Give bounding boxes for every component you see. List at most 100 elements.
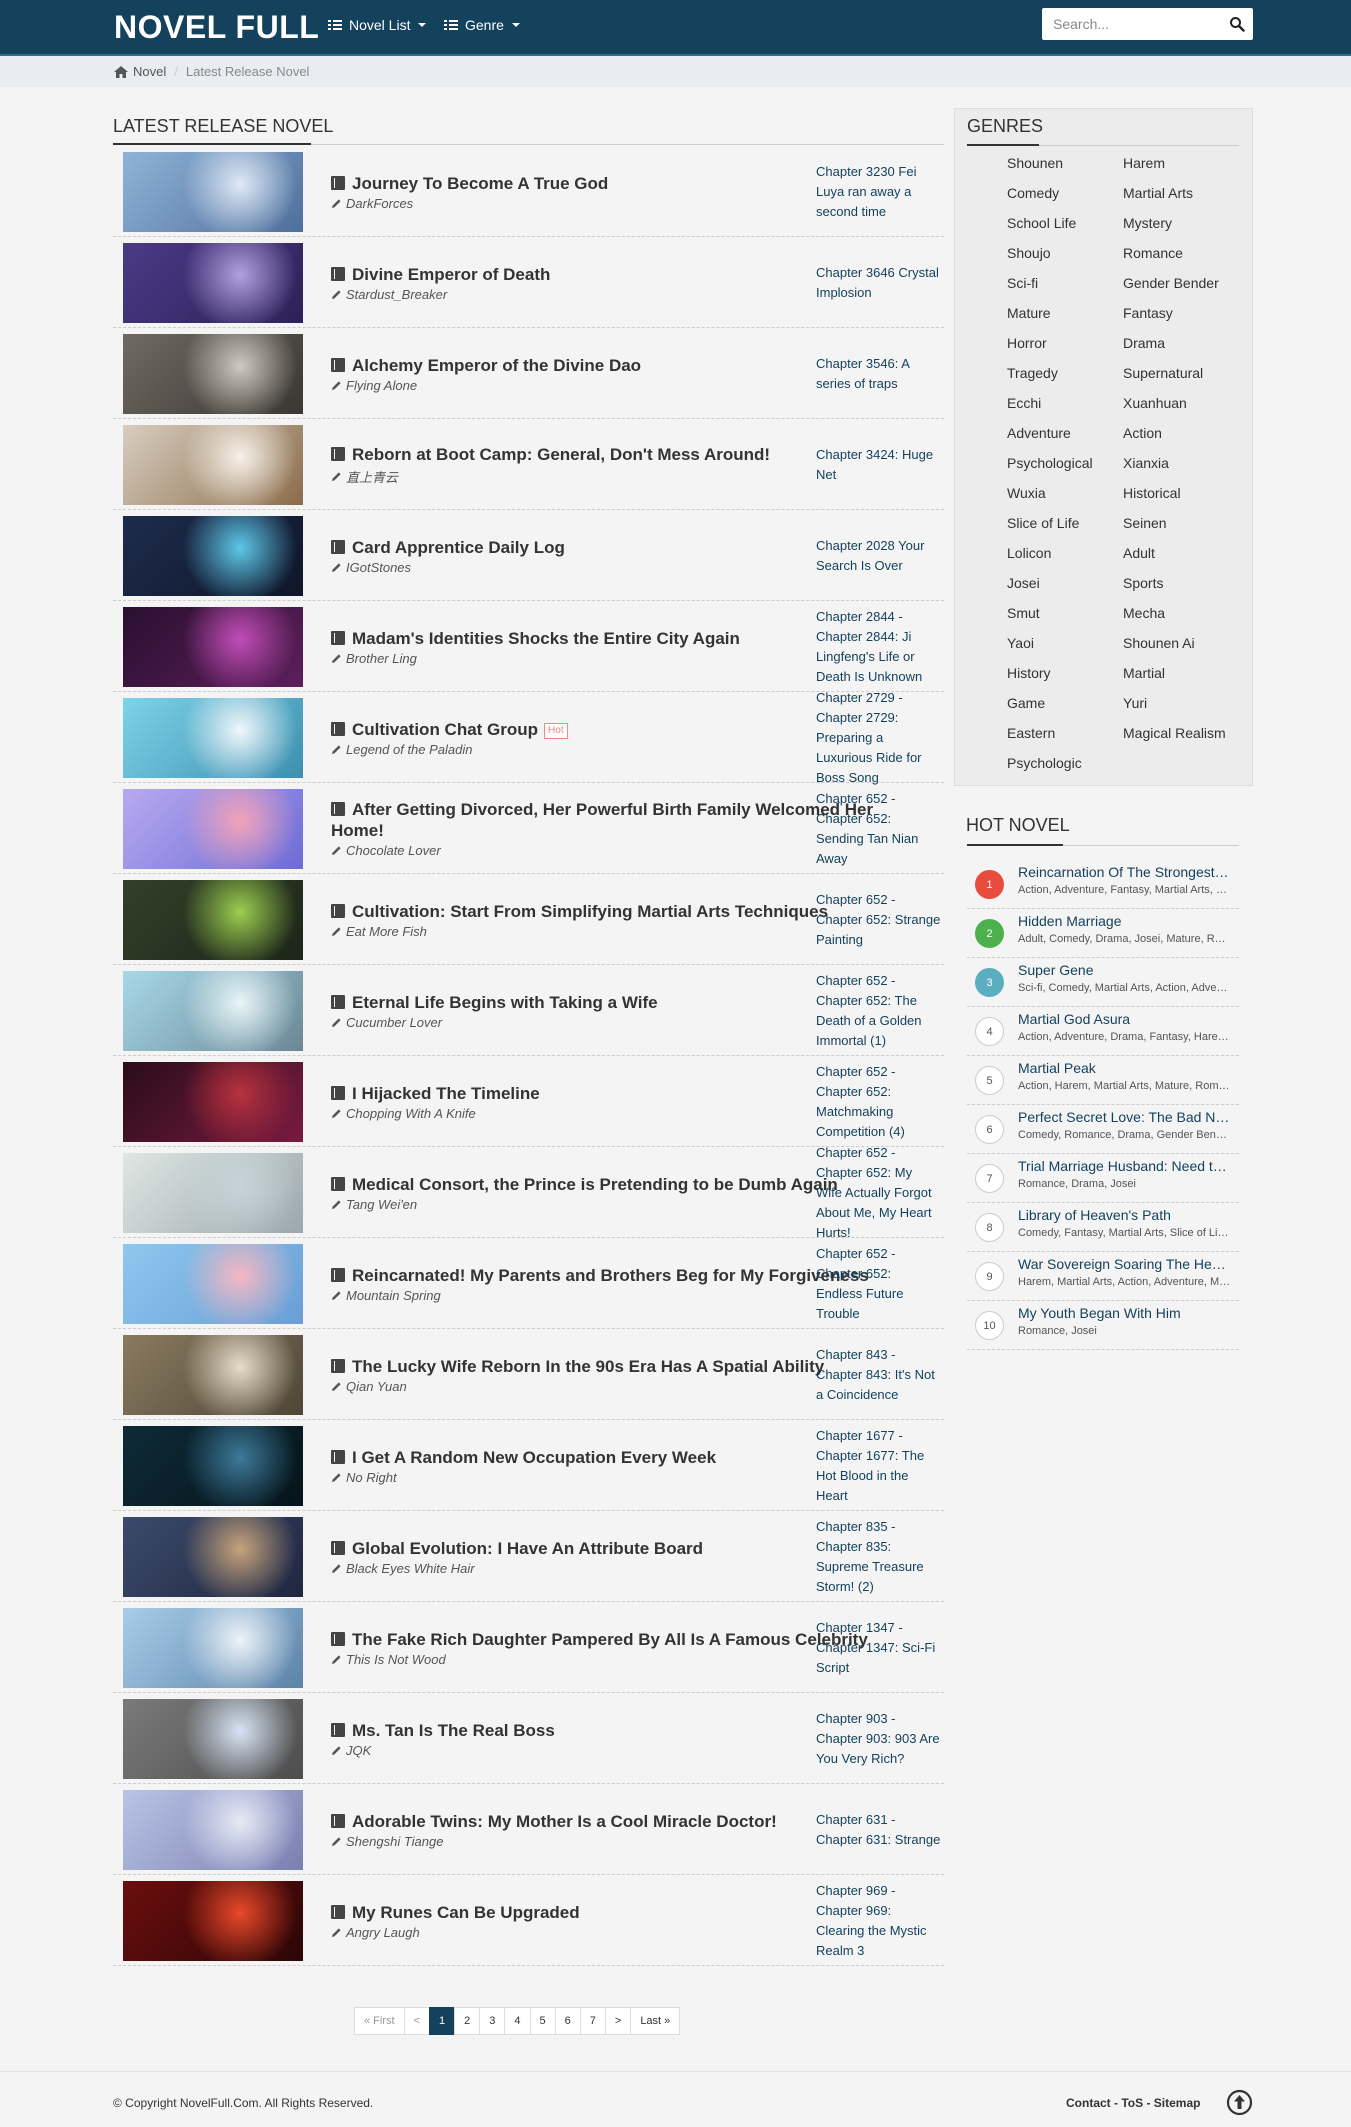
hot-novel-title-link[interactable]: Martial Peak [1018,1060,1231,1076]
genre-link[interactable]: School Life [1007,215,1122,231]
novel-cover[interactable] [123,1790,303,1870]
novel-cover[interactable] [123,1699,303,1779]
novel-cover[interactable] [123,1881,303,1961]
hot-novel-title-link[interactable]: War Sovereign Soaring The Heavens [1018,1256,1231,1272]
latest-chapter-link[interactable]: Chapter 652 - Chapter 652: Endless Futur… [816,1238,941,1329]
genre-link[interactable]: Martial [1123,665,1251,681]
genre-link[interactable]: Horror [1007,335,1122,351]
pagination-page[interactable]: 4 [504,2007,531,2035]
pagination-page[interactable]: 3 [479,2007,506,2035]
latest-chapter-link[interactable]: Chapter 1677 - Chapter 1677: The Hot Blo… [816,1420,941,1511]
genre-link[interactable]: Psychologic [1007,755,1122,771]
pagination-page[interactable]: 7 [579,2007,606,2035]
latest-chapter-link[interactable]: Chapter 835 - Chapter 835: Supreme Treas… [816,1511,941,1602]
search-input[interactable] [1042,8,1212,40]
latest-chapter-link[interactable]: Chapter 2844 - Chapter 2844: Ji Lingfeng… [816,601,941,692]
hot-novel-title-link[interactable]: Perfect Secret Love: The Bad New Wife is… [1018,1109,1231,1125]
hot-novel-title-link[interactable]: Hidden Marriage [1018,913,1231,929]
genre-link[interactable]: Wuxia [1007,485,1122,501]
genre-link[interactable]: Comedy [1007,185,1122,201]
genre-link[interactable]: Smut [1007,605,1122,621]
genre-link[interactable]: Shounen Ai [1123,635,1251,651]
latest-chapter-link[interactable]: Chapter 3230 Fei Luya ran away a second … [816,146,941,237]
pagination-page[interactable]: 1 [429,2007,456,2035]
pagination-page[interactable]: 6 [554,2007,581,2035]
novel-cover[interactable] [123,698,303,778]
genre-link[interactable]: Yaoi [1007,635,1122,651]
genre-link[interactable]: Sci-fi [1007,275,1122,291]
novel-cover[interactable] [123,516,303,596]
pagination-next[interactable]: > [604,2007,632,2035]
genre-link[interactable]: Mecha [1123,605,1251,621]
genre-link[interactable]: Supernatural [1123,365,1251,381]
genre-link[interactable]: Adventure [1007,425,1122,441]
genre-link[interactable]: Martial Arts [1123,185,1251,201]
novel-cover[interactable] [123,1426,303,1506]
pagination-page[interactable]: 2 [454,2007,481,2035]
latest-chapter-link[interactable]: Chapter 652 - Chapter 652: Sending Tan N… [816,783,941,874]
latest-chapter-link[interactable]: Chapter 652 - Chapter 652: The Death of … [816,965,941,1056]
latest-chapter-link[interactable]: Chapter 2729 - Chapter 2729: Preparing a… [816,690,941,785]
latest-chapter-link[interactable]: Chapter 652 - Chapter 652: My Wife Actua… [816,1145,941,1240]
genre-link[interactable]: Slice of Life [1007,515,1122,531]
novel-cover[interactable] [123,1608,303,1688]
genre-link[interactable]: Mystery [1123,215,1251,231]
latest-chapter-link[interactable]: Chapter 3546: A series of traps [816,328,941,419]
genre-link[interactable]: Magical Realism [1123,725,1251,741]
genre-link[interactable]: History [1007,665,1122,681]
latest-chapter-link[interactable]: Chapter 652 - Chapter 652: Strange Paint… [816,874,941,965]
breadcrumb-home[interactable]: Novel [114,64,166,79]
latest-chapter-link[interactable]: Chapter 2028 Your Search Is Over [816,510,941,601]
genre-link[interactable]: Seinen [1123,515,1251,531]
hot-novel-title-link[interactable]: Library of Heaven's Path [1018,1207,1231,1223]
novel-cover[interactable] [123,334,303,414]
novel-cover[interactable] [123,1335,303,1415]
hot-novel-title-link[interactable]: Trial Marriage Husband: Need to Work Har… [1018,1158,1231,1174]
novel-cover[interactable] [123,1244,303,1324]
novel-cover[interactable] [123,607,303,687]
genre-link[interactable]: Romance [1123,245,1251,261]
latest-chapter-link[interactable]: Chapter 843 - Chapter 843: It's Not a Co… [816,1329,941,1420]
latest-chapter-link[interactable]: Chapter 903 - Chapter 903: 903 Are You V… [816,1693,941,1784]
novel-cover[interactable] [123,425,303,505]
genre-link[interactable]: Action [1123,425,1251,441]
genre-link[interactable]: Drama [1123,335,1251,351]
latest-chapter-link[interactable]: Chapter 3646 Crystal Implosion [816,237,941,328]
genre-link[interactable]: Game [1007,695,1122,711]
novel-cover[interactable] [123,1062,303,1142]
novel-cover[interactable] [123,243,303,323]
genre-link[interactable]: Gender Bender [1123,275,1251,291]
genre-link[interactable]: Harem [1123,155,1251,171]
genre-link[interactable]: Shounen [1007,155,1122,171]
genre-link[interactable]: Xuanhuan [1123,395,1251,411]
hot-novel-title-link[interactable]: Martial God Asura [1018,1011,1231,1027]
hot-novel-title-link[interactable]: Reincarnation Of The Strongest Sword God [1018,864,1231,880]
nav-novel-list[interactable]: Novel List [328,17,427,33]
hot-novel-title-link[interactable]: Super Gene [1018,962,1231,978]
novel-cover[interactable] [123,1153,303,1233]
genre-link[interactable]: Sports [1123,575,1251,591]
pagination-first[interactable]: « First [354,2007,405,2035]
novel-cover[interactable] [123,880,303,960]
novel-cover[interactable] [123,1517,303,1597]
novel-cover[interactable] [123,152,303,232]
genre-link[interactable]: Shoujo [1007,245,1122,261]
pagination-last[interactable]: Last » [630,2007,681,2035]
genre-link[interactable]: Lolicon [1007,545,1122,561]
back-to-top-icon[interactable] [1226,2089,1253,2116]
footer-links[interactable]: Contact - ToS - Sitemap [1066,2096,1200,2110]
latest-chapter-link[interactable]: Chapter 3424: Huge Net [816,419,941,510]
pagination-prev[interactable]: < [403,2007,430,2035]
genre-link[interactable]: Josei [1007,575,1122,591]
genre-link[interactable]: Eastern [1007,725,1122,741]
genre-link[interactable]: Tragedy [1007,365,1122,381]
genre-link[interactable]: Yuri [1123,695,1251,711]
genre-link[interactable]: Mature [1007,305,1122,321]
genre-link[interactable]: Adult [1123,545,1251,561]
genre-link[interactable]: Xianxia [1123,455,1251,471]
genre-link[interactable]: Psychological [1007,455,1122,471]
latest-chapter-link[interactable]: Chapter 652 - Chapter 652: Matchmaking C… [816,1056,941,1147]
novel-cover[interactable] [123,971,303,1051]
genre-link[interactable]: Fantasy [1123,305,1251,321]
genre-link[interactable]: Historical [1123,485,1251,501]
